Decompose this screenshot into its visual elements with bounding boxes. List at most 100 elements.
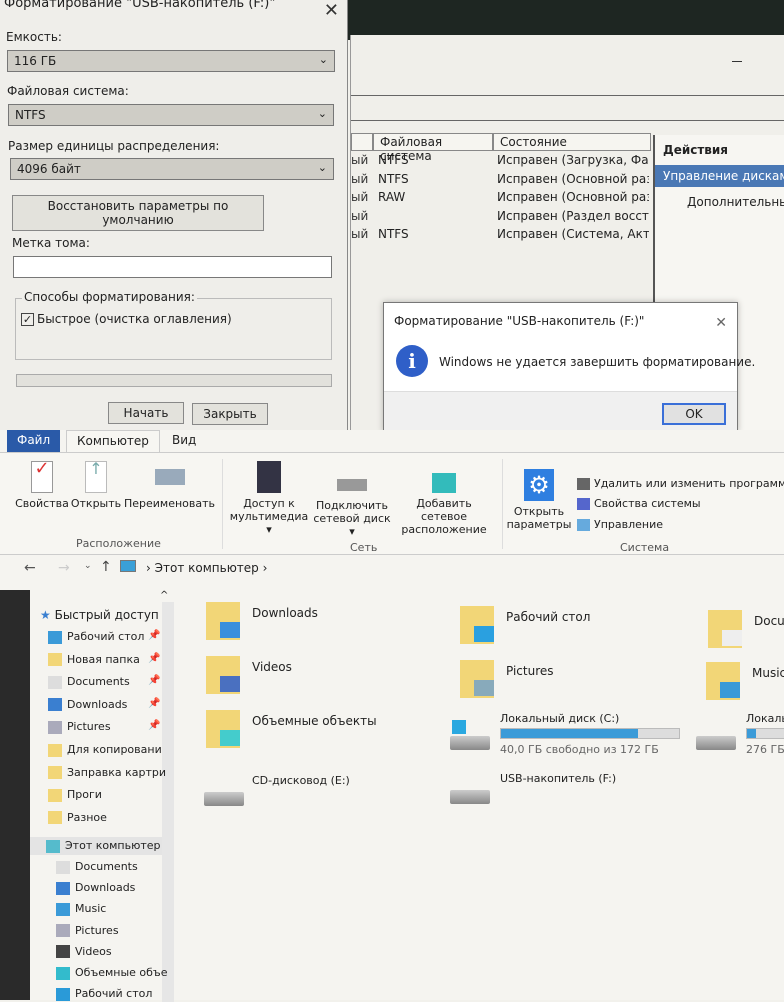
row-prefix: ый: [351, 190, 369, 204]
nav-item[interactable]: Для копировани: [48, 743, 162, 757]
drive-tile[interactable]: USB-накопитель (F:): [450, 766, 650, 806]
quick-format-checkbox[interactable]: ✓ Быстрое (очистка оглавления): [21, 312, 232, 326]
volume-status[interactable]: Исправен (Загрузка, Файл: [497, 153, 649, 167]
minimize-button[interactable]: [732, 61, 742, 62]
folder-tile[interactable]: Pictures: [460, 660, 700, 702]
ok-button[interactable]: OK: [662, 403, 726, 425]
nav-item[interactable]: Music: [56, 902, 106, 916]
volume-filesystem: RAW: [378, 190, 406, 204]
media-access-button[interactable]: Доступ к мультимедиа ▾: [228, 461, 310, 536]
filesystem-select[interactable]: NTFS ⌄: [8, 104, 334, 126]
nav-item[interactable]: Pictures: [56, 924, 119, 938]
folder-tile[interactable]: Рабочий стол: [460, 606, 700, 648]
volume-status[interactable]: Исправен (Основной разд: [497, 190, 649, 204]
folder-name: Videos: [252, 660, 292, 674]
folder-tile[interactable]: Videos: [206, 656, 446, 698]
volume-label-input[interactable]: [13, 256, 332, 278]
nav-item[interactable]: Рабочий стол: [56, 987, 152, 1001]
checkbox-checked-icon: ✓: [21, 313, 34, 326]
capacity-value: 116 ГБ: [14, 54, 57, 68]
nav-label: Быстрый доступ: [54, 608, 159, 622]
nav-label: Новая папка: [67, 652, 140, 666]
nav-item[interactable]: Заправка картри: [48, 766, 166, 780]
capacity-select[interactable]: 116 ГБ ⌄: [7, 50, 335, 72]
up-button[interactable]: ↑: [100, 559, 112, 575]
tab-file[interactable]: Файл: [7, 430, 61, 452]
downloads-icon: [56, 881, 70, 895]
nav-item[interactable]: Рабочий стол 📌: [48, 630, 160, 644]
chevron-down-icon: ⌄: [318, 53, 328, 66]
restore-defaults-button[interactable]: Восстановить параметры по умолчанию: [12, 195, 264, 231]
scroll-up-button[interactable]: ^: [160, 590, 168, 601]
close-button[interactable]: Закрыть: [192, 403, 268, 425]
map-network-drive-button[interactable]: Подключить сетевой диск ▾: [312, 479, 392, 538]
scrollbar[interactable]: [162, 602, 174, 1002]
nav-item[interactable]: Documents: [56, 860, 138, 874]
nav-quick-access[interactable]: ★ Быстрый доступ: [40, 608, 159, 622]
desktop-icon: [56, 987, 70, 1001]
row-prefix: ый: [351, 227, 369, 241]
address-bar[interactable]: › Этот компьютер ›: [146, 561, 267, 575]
action-disk-management[interactable]: Управление дисками: [655, 165, 784, 187]
system-properties-button[interactable]: Свойства системы: [577, 497, 701, 510]
nav-label: Разное: [67, 810, 107, 824]
nav-item[interactable]: Downloads: [56, 881, 135, 895]
nav-label: Downloads: [67, 697, 128, 711]
tab-computer[interactable]: Компьютер: [66, 430, 160, 452]
nav-item[interactable]: Videos: [56, 945, 112, 959]
folder-tile[interactable]: Music: [706, 662, 784, 704]
open-settings-button[interactable]: ⚙ Открыть параметры: [506, 469, 572, 531]
tab-view[interactable]: Вид: [162, 430, 206, 452]
downloads-folder-icon: [206, 602, 240, 640]
nav-this-pc[interactable]: Этот компьютер: [30, 837, 162, 855]
column-header-status[interactable]: Состояние: [493, 133, 651, 151]
group-network: Сеть: [350, 541, 378, 554]
uninstall-program-button[interactable]: Удалить или изменить программу: [577, 477, 784, 490]
add-network-location-button[interactable]: Добавить сетевое расположение: [394, 473, 494, 536]
properties-button[interactable]: ✓ Свойства: [14, 460, 70, 511]
button-label: Свойства системы: [594, 497, 701, 510]
forward-button[interactable]: →: [58, 560, 70, 576]
row-prefix: ый: [351, 208, 369, 223]
nav-item[interactable]: Downloads 📌: [48, 697, 160, 712]
volume-status[interactable]: Исправен (Раздел восстан: [497, 209, 649, 223]
volume-status[interactable]: Исправен (Система, Актив: [497, 227, 649, 241]
recent-dropdown[interactable]: ⌄: [84, 561, 92, 571]
back-button[interactable]: ←: [24, 560, 36, 576]
start-button[interactable]: Начать: [108, 402, 184, 424]
close-icon[interactable]: ✕: [715, 315, 727, 331]
button-label: Свойства: [15, 497, 69, 510]
nav-label: Для копировани: [67, 743, 162, 756]
volume-status[interactable]: Исправен (Основной разд: [497, 172, 649, 186]
rename-button[interactable]: Переименовать: [122, 461, 217, 510]
network-drive-icon: [337, 479, 367, 491]
folder-icon: [48, 653, 62, 667]
3d-objects-folder-icon: [206, 710, 240, 748]
allocation-select[interactable]: 4096 байт ⌄: [10, 158, 334, 180]
nav-item[interactable]: Разное: [48, 811, 107, 825]
nav-item[interactable]: Новая папка 📌: [48, 652, 160, 667]
folder-tile[interactable]: Docur: [708, 610, 784, 652]
nav-item[interactable]: Проги: [48, 788, 102, 802]
manage-button[interactable]: Управление: [577, 518, 663, 531]
nav-item[interactable]: Documents 📌: [48, 675, 160, 689]
desktop-background: [340, 0, 784, 40]
folder-tile[interactable]: Downloads: [206, 602, 446, 644]
close-icon[interactable]: ✕: [324, 0, 339, 21]
3d-objects-icon: [56, 966, 70, 980]
nav-item[interactable]: Объемные объе: [56, 966, 167, 980]
drive-tile[interactable]: Локальн 276 ГБ с: [696, 712, 784, 756]
column-header-fs[interactable]: Файловая система: [373, 133, 493, 163]
folder-tile[interactable]: Объемные объекты: [206, 710, 446, 752]
drive-tile[interactable]: Локальный диск (C:) 40,0 ГБ свободно из 1…: [450, 712, 690, 756]
nav-label: Pictures: [75, 923, 119, 937]
open-button[interactable]: ↑ Открыть: [70, 461, 122, 511]
column-header[interactable]: [351, 133, 373, 151]
divider: [222, 459, 223, 549]
nav-label: Рабочий стол: [75, 987, 153, 1001]
breadcrumb: Этот компьютер: [154, 561, 259, 575]
properties-icon: ✓: [31, 460, 53, 493]
drive-tile[interactable]: CD-дисковод (E:): [204, 768, 404, 808]
action-more[interactable]: Дополнительные: [655, 187, 784, 209]
nav-item[interactable]: Pictures 📌: [48, 720, 160, 734]
